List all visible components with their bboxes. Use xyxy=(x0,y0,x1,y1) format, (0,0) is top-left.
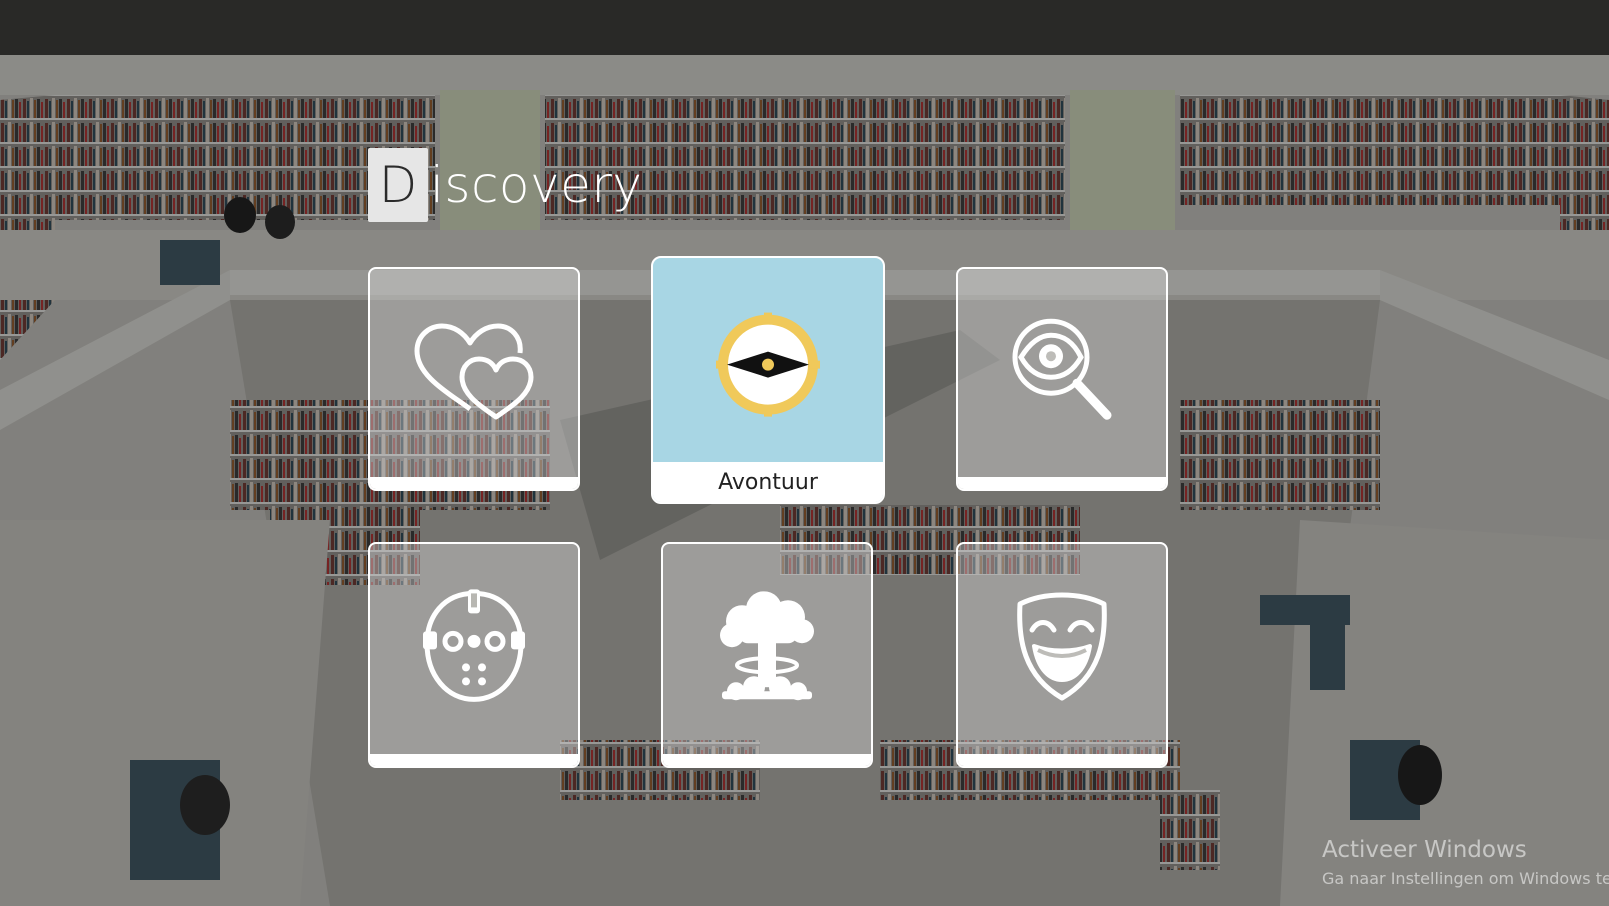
hearts-icon xyxy=(414,323,534,420)
logo-wordmark: iscovery xyxy=(430,156,643,214)
genre-tile-comedy[interactable] xyxy=(956,542,1168,768)
explosion-icon xyxy=(720,591,814,701)
genre-tile-mystery[interactable] xyxy=(956,267,1168,491)
compass-icon xyxy=(716,312,820,417)
magnifier-eye-icon xyxy=(1012,318,1112,420)
hockey-mask-icon xyxy=(423,589,525,702)
genre-tile-adventure[interactable]: Avontuur xyxy=(651,256,885,504)
app-logo: D iscovery xyxy=(368,148,643,222)
genre-tile-romance[interactable] xyxy=(368,267,580,491)
watermark-subtitle: Ga naar Instellingen om Windows te xyxy=(1322,869,1609,888)
windows-activation-watermark: Activeer Windows Ga naar Instellingen om… xyxy=(1322,837,1609,888)
logo-letter-box: D xyxy=(368,148,428,222)
genre-tile-action[interactable] xyxy=(661,542,873,768)
watermark-title: Activeer Windows xyxy=(1322,837,1527,863)
genre-label: Avontuur xyxy=(653,462,883,502)
comedy-mask-icon xyxy=(1017,592,1107,701)
genre-tile-horror[interactable] xyxy=(368,542,580,768)
